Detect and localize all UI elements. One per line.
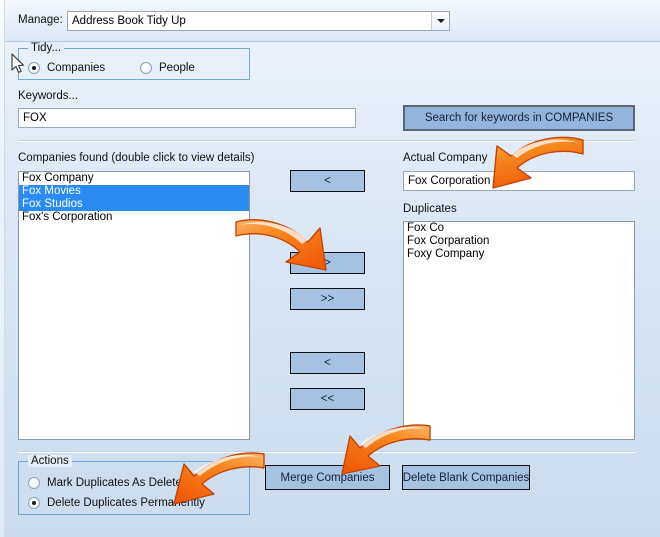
actual-company-label: Actual Company: [403, 152, 487, 164]
radio-tidy-companies-label: Companies: [47, 62, 105, 74]
manage-toolbar: Manage: Address Book Tidy Up: [0, 0, 660, 42]
keywords-input-value: FOX: [23, 112, 47, 124]
separator-bottom: [18, 451, 635, 453]
chevron-down-icon[interactable]: [431, 12, 449, 30]
list-item[interactable]: Fox Company: [19, 172, 249, 185]
move-left-single-button-2[interactable]: <: [290, 352, 365, 374]
companies-found-label: Companies found (double click to view de…: [18, 152, 255, 164]
actual-company-input-value: Fox Corporation: [408, 175, 490, 187]
delete-blank-companies-button[interactable]: Delete Blank Companies: [402, 465, 530, 490]
radio-delete-duplicates-permanently[interactable]: Delete Duplicates Permanently: [28, 497, 205, 509]
actual-company-input[interactable]: Fox Corporation: [403, 171, 635, 191]
duplicates-listbox[interactable]: Fox Co Fox Corparation Foxy Company: [403, 221, 635, 440]
radio-mark-duplicates-indicator[interactable]: [28, 477, 40, 489]
manage-combobox-value: Address Book Tidy Up: [72, 15, 186, 27]
companies-found-listbox[interactable]: Fox Company Fox Movies Fox Studios Fox's…: [18, 171, 250, 440]
list-item[interactable]: Fox Corparation: [404, 235, 634, 248]
tidy-up-window: Manage: Address Book Tidy Up Tidy... Com…: [0, 0, 660, 537]
body-left-edge: [0, 42, 5, 537]
separator-top: [18, 140, 635, 142]
duplicates-label: Duplicates: [403, 203, 457, 215]
tidy-groupbox-title: Tidy...: [28, 42, 64, 54]
actions-groupbox-title: Actions: [28, 455, 72, 467]
list-item[interactable]: Fox Movies: [19, 185, 249, 198]
manage-combobox[interactable]: Address Book Tidy Up: [67, 11, 450, 31]
radio-tidy-companies-indicator[interactable]: [28, 62, 40, 74]
radio-mark-duplicates-as-deleted[interactable]: Mark Duplicates As Deleted: [28, 477, 188, 489]
radio-delete-duplicates-indicator[interactable]: [28, 497, 40, 509]
merge-companies-button[interactable]: Merge Companies: [265, 465, 390, 490]
list-item[interactable]: Fox Co: [404, 222, 634, 235]
move-right-all-button[interactable]: >>: [290, 288, 365, 310]
keywords-input[interactable]: FOX: [18, 108, 356, 128]
radio-mark-duplicates-label: Mark Duplicates As Deleted: [47, 477, 188, 489]
manage-label: Manage:: [18, 14, 63, 26]
move-right-single-button[interactable]: >: [290, 252, 365, 274]
radio-tidy-people-indicator[interactable]: [140, 62, 152, 74]
list-item[interactable]: Fox's Corporation: [19, 211, 249, 224]
list-item[interactable]: Fox Studios: [19, 198, 249, 211]
radio-tidy-people-label: People: [159, 62, 195, 74]
list-item[interactable]: Foxy Company: [404, 248, 634, 261]
move-left-all-button[interactable]: <<: [290, 388, 365, 410]
radio-tidy-people[interactable]: People: [140, 62, 195, 74]
toolbar-left-edge: [0, 0, 5, 42]
radio-tidy-companies[interactable]: Companies: [28, 62, 105, 74]
keywords-label: Keywords...: [18, 90, 78, 102]
search-keywords-button[interactable]: Search for keywords in COMPANIES: [403, 105, 635, 131]
move-left-single-button[interactable]: <: [290, 170, 365, 192]
radio-delete-duplicates-label: Delete Duplicates Permanently: [47, 497, 205, 509]
